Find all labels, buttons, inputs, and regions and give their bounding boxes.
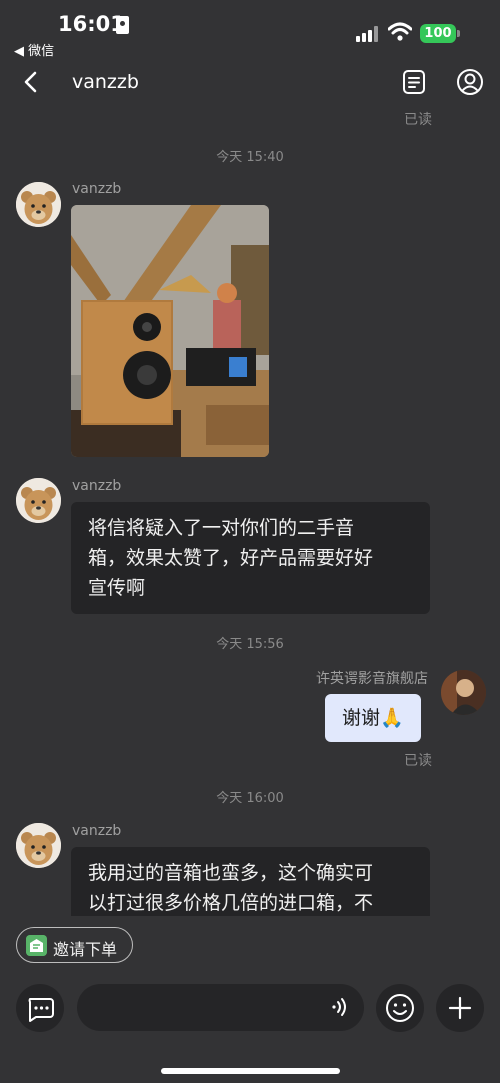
voice-wave-icon[interactable] <box>329 995 353 1019</box>
sender-name: 许英谔影音旗舰店 <box>316 671 428 687</box>
home-indicator <box>161 1068 340 1074</box>
document-list-icon[interactable] <box>401 68 427 96</box>
avatar-teddy[interactable] <box>16 182 61 227</box>
message-line: 我用过的音箱也蛮多，这个确实可 <box>88 862 374 884</box>
shop-owner-photo-icon <box>441 670 486 715</box>
sender-name: vanzzb <box>72 478 122 494</box>
emoji-button[interactable] <box>376 984 424 1032</box>
timestamp: 今天 15:56 <box>216 637 284 652</box>
message-line: 箱，效果太赞了，好产品需要好好 <box>88 547 374 569</box>
back-to-wechat-link[interactable]: ◀ 微信 <box>14 40 54 59</box>
message-line: 以打过很多价格几倍的进口箱，不 <box>88 892 374 914</box>
avatar-teddy[interactable] <box>16 478 61 523</box>
message-input[interactable] <box>77 984 364 1031</box>
timestamp: 今天 15:40 <box>216 150 284 165</box>
read-status: 已读 <box>404 112 432 128</box>
invite-order-label: 邀请下单 <box>53 940 118 959</box>
status-bar: 16:01 ◀ 微信 100 <box>0 0 500 60</box>
teddy-bear-icon <box>16 182 61 227</box>
id-card-icon <box>116 16 129 34</box>
avatar-teddy[interactable] <box>16 823 61 868</box>
sender-name: vanzzb <box>72 823 122 839</box>
message-bubble[interactable]: 将信将疑入了一对你们的二手音 箱，效果太赞了，好产品需要好好 宣传啊 <box>71 502 430 614</box>
more-actions-button[interactable] <box>436 984 484 1032</box>
read-status: 已读 <box>404 753 432 769</box>
speaker-photo-image <box>71 205 269 457</box>
invite-order-button[interactable]: 邀请下单 <box>16 927 133 963</box>
message-line: 宣传啊 <box>88 577 146 599</box>
chat-title: vanzzb <box>72 71 139 93</box>
teddy-bear-icon <box>16 478 61 523</box>
smiley-icon <box>386 994 414 1022</box>
sender-name: vanzzb <box>72 181 122 197</box>
message-bubble[interactable]: 我用过的音箱也蛮多，这个确实可 以打过很多价格几倍的进口箱，不 <box>71 847 430 916</box>
quick-reply-button[interactable] <box>16 984 64 1032</box>
chat-message-list[interactable]: 已读 今天 15:40 vanzzb vanzzb 将信将疑入了一对你们的二手音… <box>0 104 500 916</box>
input-bar <box>0 975 500 1083</box>
plus-icon <box>448 996 472 1020</box>
status-time: 16:01 <box>58 12 125 36</box>
message-bubble-outgoing[interactable]: 谢谢🙏 <box>325 694 421 742</box>
invite-envelope-icon <box>26 935 47 956</box>
wifi-icon <box>388 22 412 41</box>
message-line: 将信将疑入了一对你们的二手音 <box>88 517 355 539</box>
speaker-photo[interactable] <box>71 205 269 457</box>
teddy-bear-icon <box>16 823 61 868</box>
user-profile-icon[interactable] <box>456 68 484 96</box>
cellular-signal-icon <box>356 26 380 42</box>
timestamp: 今天 16:00 <box>216 791 284 806</box>
avatar-shop[interactable] <box>441 670 486 715</box>
chat-bubble-icon <box>28 998 54 1022</box>
battery-indicator: 100 <box>420 24 456 43</box>
back-chevron-icon[interactable] <box>18 68 46 96</box>
battery-tip <box>457 30 460 37</box>
nav-bar: vanzzb <box>0 60 500 104</box>
